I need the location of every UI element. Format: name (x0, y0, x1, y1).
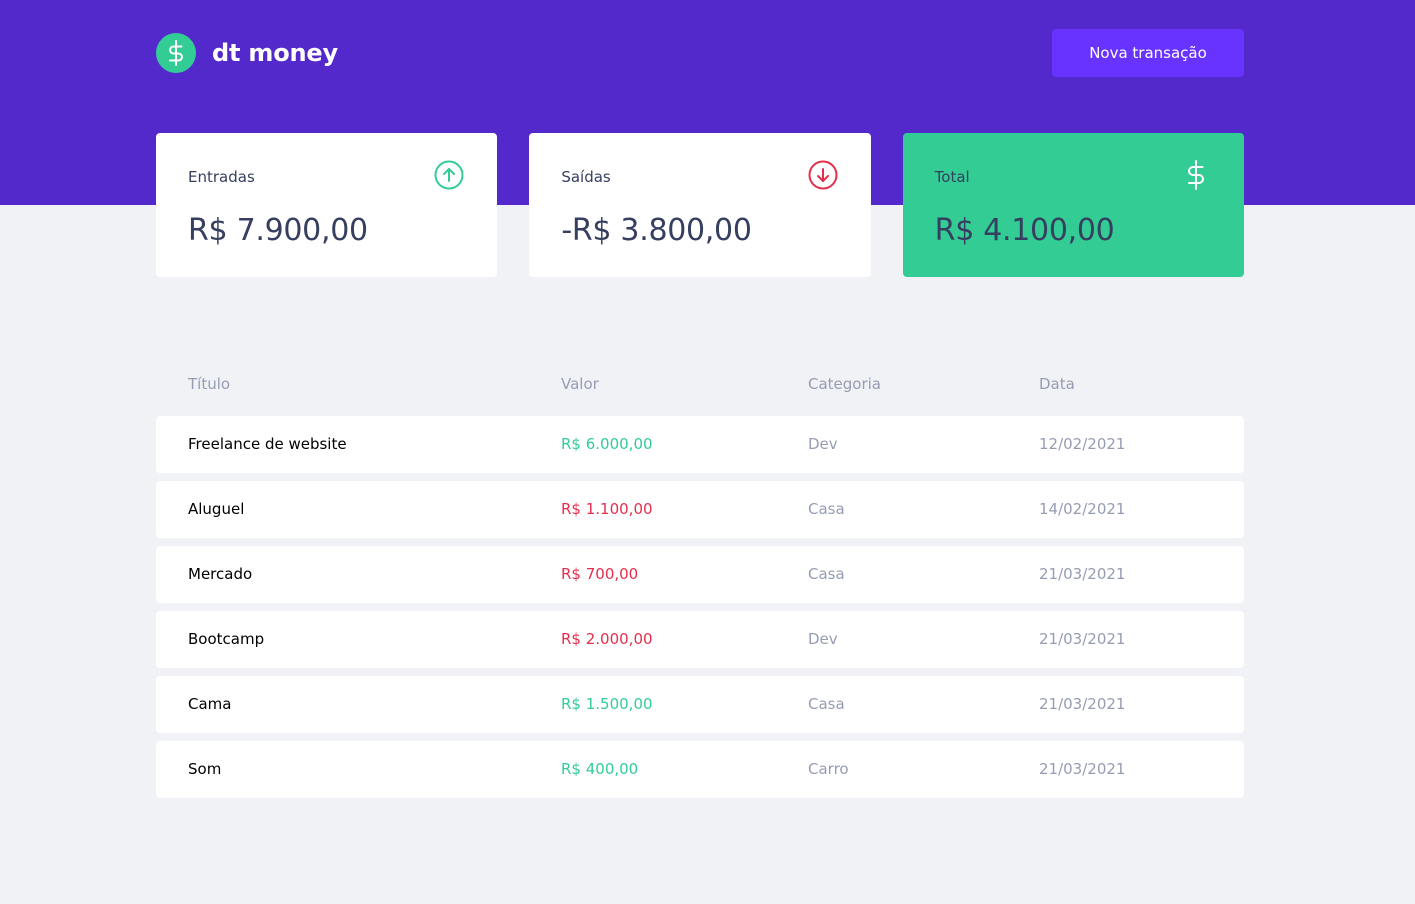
cell-date: 14/02/2021 (1007, 481, 1244, 538)
outcome-label: Saídas (561, 168, 611, 186)
cell-category: Dev (776, 416, 1007, 473)
cell-category: Carro (776, 741, 1007, 798)
cell-date: 21/03/2021 (1007, 741, 1244, 798)
cell-amount: R$ 700,00 (529, 546, 776, 603)
arrow-down-circle-icon (807, 159, 839, 195)
cell-amount: R$ 1.500,00 (529, 676, 776, 733)
income-card: Entradas R$ 7.900,00 (156, 133, 498, 277)
cell-title: Cama (156, 676, 529, 733)
table-row: Mercado R$ 700,00 Casa 21/03/2021 (156, 546, 1244, 603)
cell-category: Casa (776, 481, 1007, 538)
cell-title: Som (156, 741, 529, 798)
transactions-table: Título Valor Categoria Data Freelance de… (156, 352, 1244, 806)
outcome-card: Saídas -R$ 3.800,00 (529, 133, 871, 277)
dollar-logo-icon (156, 33, 196, 73)
cell-date: 21/03/2021 (1007, 611, 1244, 668)
outcome-value: -R$ 3.800,00 (561, 213, 752, 248)
arrow-up-circle-icon (433, 159, 465, 195)
column-header-amount: Valor (561, 375, 599, 393)
table-row: Aluguel R$ 1.100,00 Casa 14/02/2021 (156, 481, 1244, 538)
total-value: R$ 4.100,00 (934, 213, 1115, 248)
cell-title: Aluguel (156, 481, 529, 538)
total-card: Total R$ 4.100,00 (902, 133, 1244, 277)
new-transaction-button[interactable]: Nova transação (1052, 29, 1244, 77)
cell-title: Bootcamp (156, 611, 529, 668)
column-header-title: Título (188, 375, 231, 393)
table-row: Freelance de website R$ 6.000,00 Dev 12/… (156, 416, 1244, 473)
income-value: R$ 7.900,00 (188, 213, 368, 248)
cell-category: Casa (776, 546, 1007, 603)
cell-date: 12/02/2021 (1007, 416, 1244, 473)
table-header-row: Título Valor Categoria Data (156, 360, 1244, 408)
cell-amount: R$ 1.100,00 (529, 481, 776, 538)
table-row: Cama R$ 1.500,00 Casa 21/03/2021 (156, 676, 1244, 733)
cell-date: 21/03/2021 (1007, 676, 1244, 733)
cell-title: Freelance de website (156, 416, 529, 473)
income-label: Entradas (188, 168, 255, 186)
cell-date: 21/03/2021 (1007, 546, 1244, 603)
cell-category: Casa (776, 676, 1007, 733)
total-label: Total (934, 168, 970, 186)
logo: dt money (156, 33, 338, 73)
table-row: Bootcamp R$ 2.000,00 Dev 21/03/2021 (156, 611, 1244, 668)
summary: Entradas R$ 7.900,00 Saídas -R$ 3.800,00… (156, 133, 1244, 277)
app-name: dt money (212, 39, 338, 67)
column-header-date: Data (1039, 375, 1075, 393)
cell-category: Dev (776, 611, 1007, 668)
cell-amount: R$ 6.000,00 (529, 416, 776, 473)
cell-amount: R$ 2.000,00 (529, 611, 776, 668)
column-header-category: Categoria (808, 375, 882, 393)
cell-amount: R$ 400,00 (529, 741, 776, 798)
cell-title: Mercado (156, 546, 529, 603)
dollar-sign-icon (1180, 159, 1212, 195)
table-row: Som R$ 400,00 Carro 21/03/2021 (156, 741, 1244, 798)
